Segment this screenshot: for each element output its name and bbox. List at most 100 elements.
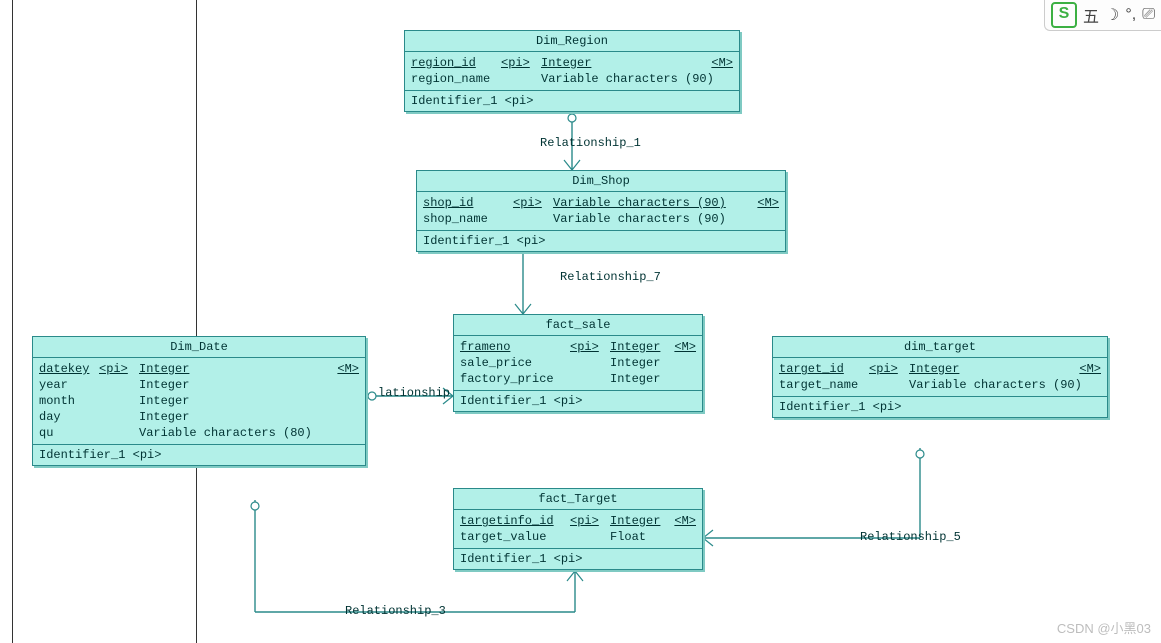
ruler-line-mid xyxy=(196,0,197,643)
attr-type: Integer xyxy=(610,339,666,355)
entity-title: fact_sale xyxy=(454,315,702,336)
entity-dim-date[interactable]: Dim_Date datekey <pi> Integer <M> year I… xyxy=(32,336,366,466)
attr-m: <M> xyxy=(703,55,733,71)
attr-type: Integer xyxy=(610,355,666,371)
attr-type: Integer xyxy=(541,55,703,71)
attr-pi: <pi> xyxy=(99,361,139,377)
attr-row: region_name Variable characters (90) xyxy=(411,71,733,87)
entity-attrs: datekey <pi> Integer <M> year Integer mo… xyxy=(33,358,365,445)
entity-fact-target[interactable]: fact_Target targetinfo_id <pi> Integer <… xyxy=(453,488,703,570)
attr-pi xyxy=(99,393,139,409)
relationship-label: Relationship_1 xyxy=(540,136,641,150)
attr-type: Variable characters (90) xyxy=(541,71,714,87)
entity-attrs: shop_id <pi> Variable characters (90) <M… xyxy=(417,192,785,231)
entity-title: dim_target xyxy=(773,337,1107,358)
diagram-canvas: Dim_Region region_id <pi> Integer <M> re… xyxy=(0,0,1161,643)
attr-type: Float xyxy=(610,529,666,545)
attr-type: Integer xyxy=(139,361,329,377)
attr-row: frameno <pi> Integer <M> xyxy=(460,339,696,355)
keyboard-icon: ⎚ xyxy=(1142,6,1155,24)
attr-pi xyxy=(99,425,139,441)
entity-dim-region[interactable]: Dim_Region region_id <pi> Integer <M> re… xyxy=(404,30,740,112)
ime-dot: °, xyxy=(1125,6,1136,24)
sogou-logo-icon: S xyxy=(1051,2,1077,28)
attr-row: sale_price Integer xyxy=(460,355,696,371)
attr-name: factory_price xyxy=(460,371,570,387)
attr-row: targetinfo_id <pi> Integer <M> xyxy=(460,513,696,529)
moon-icon: ☽ xyxy=(1105,5,1119,25)
attr-pi xyxy=(99,409,139,425)
attr-type: Variable characters (90) xyxy=(553,195,749,211)
entity-attrs: frameno <pi> Integer <M> sale_price Inte… xyxy=(454,336,702,391)
attr-name: frameno xyxy=(460,339,570,355)
entity-dim-shop[interactable]: Dim_Shop shop_id <pi> Variable character… xyxy=(416,170,786,252)
attr-type: Variable characters (90) xyxy=(909,377,1082,393)
entity-identifier: Identifier_1 <pi> xyxy=(33,445,365,465)
attr-name: region_name xyxy=(411,71,501,87)
entity-identifier: Identifier_1 <pi> xyxy=(454,391,702,411)
attr-pi xyxy=(501,71,541,87)
attr-name: month xyxy=(39,393,99,409)
attr-m xyxy=(749,211,779,227)
attr-type: Variable characters (80) xyxy=(139,425,329,441)
entity-dim-target[interactable]: dim_target target_id <pi> Integer <M> ta… xyxy=(772,336,1108,418)
entity-title: Dim_Region xyxy=(405,31,739,52)
ime-widget[interactable]: S 五 ☽ °, ⎚ xyxy=(1044,0,1161,31)
entity-attrs: target_id <pi> Integer <M> target_name V… xyxy=(773,358,1107,397)
attr-pi xyxy=(570,371,610,387)
attr-pi xyxy=(570,529,610,545)
relationship-label: lationship xyxy=(378,386,450,400)
entity-title: Dim_Date xyxy=(33,337,365,358)
attr-pi: <pi> xyxy=(570,339,610,355)
attr-type: Integer xyxy=(610,513,666,529)
attr-type: Integer xyxy=(610,371,666,387)
attr-pi xyxy=(513,211,553,227)
attr-name: sale_price xyxy=(460,355,570,371)
attr-pi: <pi> xyxy=(513,195,553,211)
attr-m xyxy=(1082,377,1112,393)
attr-pi xyxy=(99,377,139,393)
attr-pi: <pi> xyxy=(501,55,541,71)
attr-m xyxy=(329,377,359,393)
attr-row: shop_id <pi> Variable characters (90) <M… xyxy=(423,195,779,211)
attr-type: Integer xyxy=(139,377,329,393)
attr-m xyxy=(666,371,696,387)
attr-m: <M> xyxy=(749,195,779,211)
attr-pi xyxy=(869,377,909,393)
attr-name: qu xyxy=(39,425,99,441)
entity-identifier: Identifier_1 <pi> xyxy=(773,397,1107,417)
attr-name: region_id xyxy=(411,55,501,71)
attr-type: Integer xyxy=(139,409,329,425)
ime-char: 五 xyxy=(1083,3,1099,27)
attr-row: shop_name Variable characters (90) xyxy=(423,211,779,227)
entity-identifier: Identifier_1 <pi> xyxy=(417,231,785,251)
attr-row: factory_price Integer xyxy=(460,371,696,387)
entity-fact-sale[interactable]: fact_sale frameno <pi> Integer <M> sale_… xyxy=(453,314,703,412)
attr-name: target_name xyxy=(779,377,869,393)
attr-name: datekey xyxy=(39,361,99,377)
attr-type: Integer xyxy=(909,361,1071,377)
entity-title: Dim_Shop xyxy=(417,171,785,192)
attr-pi: <pi> xyxy=(869,361,909,377)
attr-name: year xyxy=(39,377,99,393)
attr-row: qu Variable characters (80) xyxy=(39,425,359,441)
entity-attrs: region_id <pi> Integer <M> region_name V… xyxy=(405,52,739,91)
entity-attrs: targetinfo_id <pi> Integer <M> target_va… xyxy=(454,510,702,549)
attr-row: month Integer xyxy=(39,393,359,409)
entity-identifier: Identifier_1 <pi> xyxy=(405,91,739,111)
attr-row: year Integer xyxy=(39,377,359,393)
attr-m xyxy=(329,393,359,409)
attr-row: day Integer xyxy=(39,409,359,425)
attr-name: targetinfo_id xyxy=(460,513,570,529)
relationship-label: Relationship_5 xyxy=(860,530,961,544)
attr-name: shop_name xyxy=(423,211,513,227)
attr-m: <M> xyxy=(666,513,696,529)
attr-m xyxy=(329,409,359,425)
attr-type: Integer xyxy=(139,393,329,409)
attr-row: target_name Variable characters (90) xyxy=(779,377,1101,393)
entity-title: fact_Target xyxy=(454,489,702,510)
attr-row: target_value Float xyxy=(460,529,696,545)
attr-name: target_value xyxy=(460,529,570,545)
attr-row: region_id <pi> Integer <M> xyxy=(411,55,733,71)
attr-name: day xyxy=(39,409,99,425)
